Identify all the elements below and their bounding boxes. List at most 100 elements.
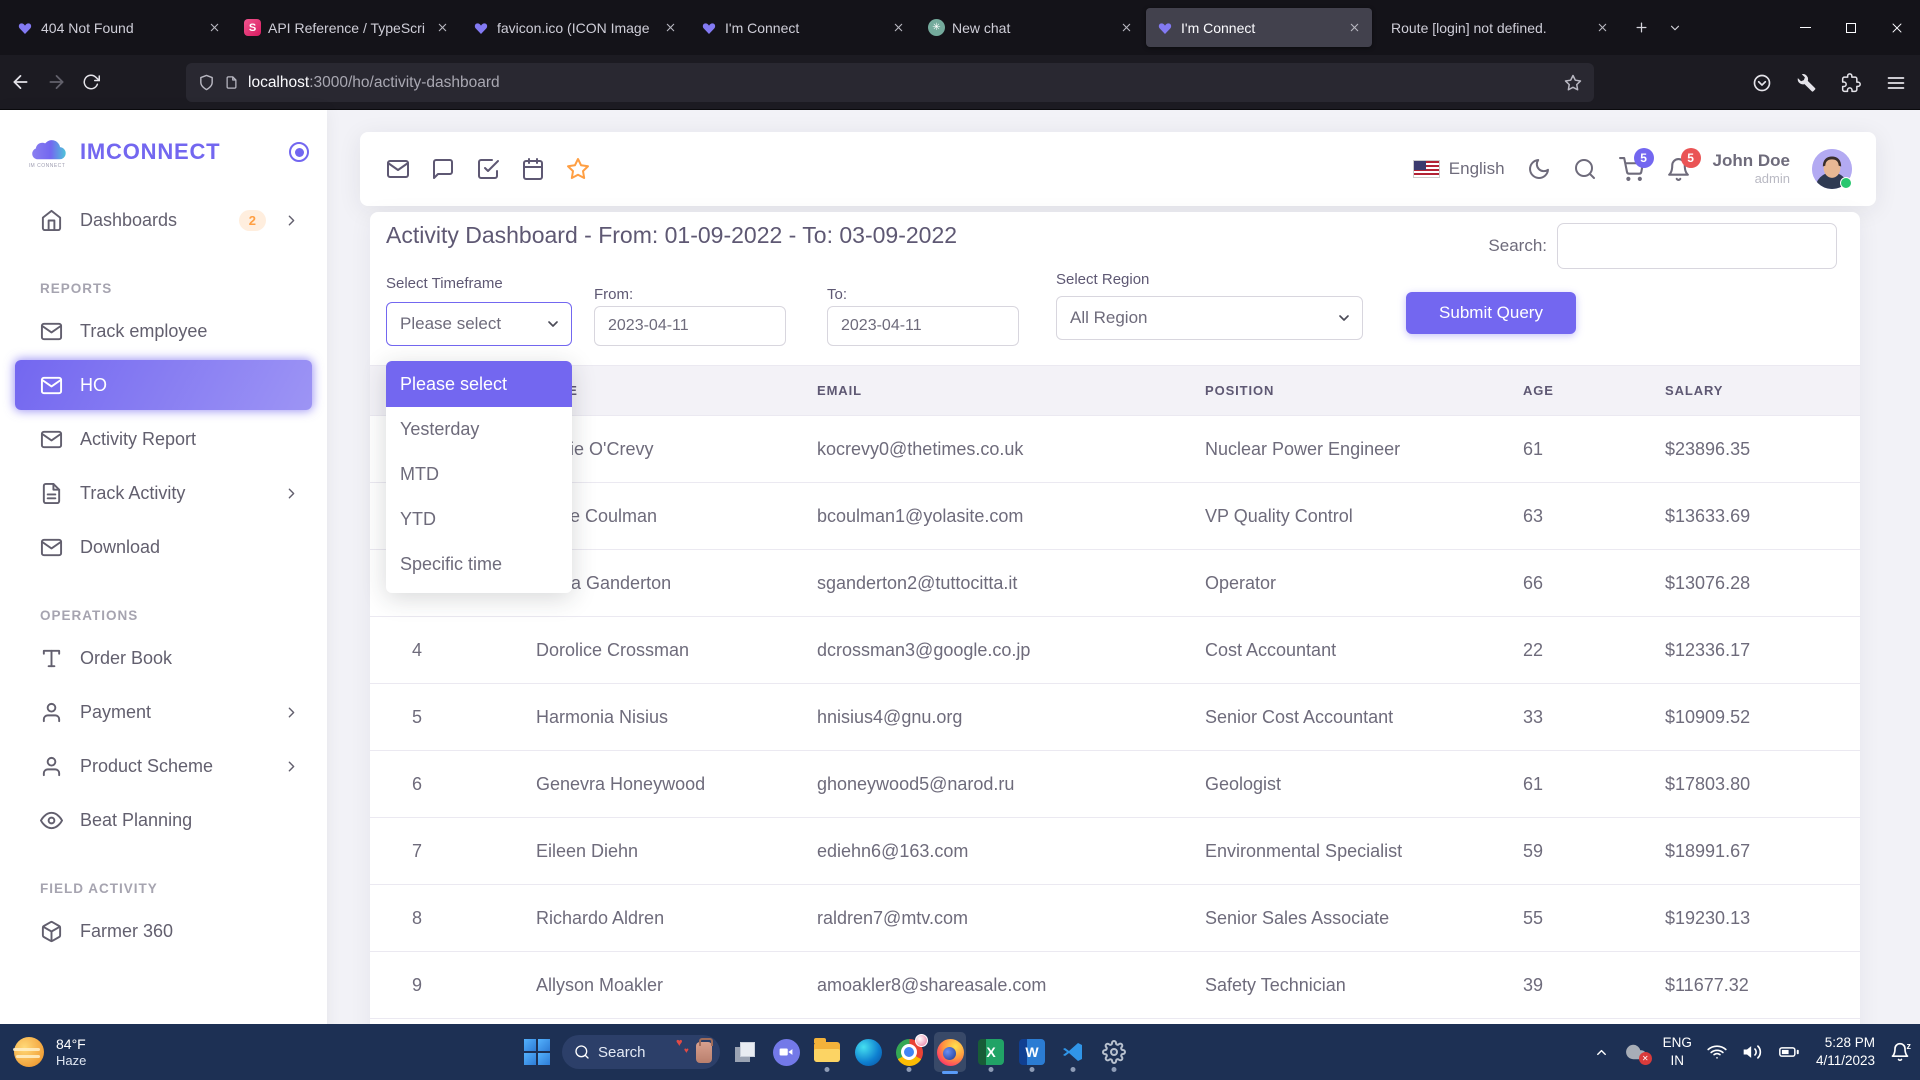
dropdown-option-yesterday[interactable]: Yesterday — [386, 407, 572, 452]
chat-icon[interactable] — [431, 157, 455, 181]
wrench-icon[interactable] — [1797, 73, 1816, 92]
volume-icon[interactable] — [1742, 1042, 1762, 1062]
tab-close-icon[interactable] — [1344, 18, 1364, 38]
error-badge: ✕ — [1639, 1052, 1652, 1065]
vscode-button[interactable] — [1057, 1029, 1089, 1075]
wifi-icon[interactable] — [1707, 1042, 1727, 1062]
word-button[interactable]: W — [1016, 1029, 1048, 1075]
tab-route-login[interactable]: Route [login] not defined. — [1374, 8, 1620, 47]
menu-hamburger-icon[interactable] — [1886, 73, 1906, 93]
sidebar-item-track-activity[interactable]: Track Activity — [15, 468, 312, 518]
excel-button[interactable]: X — [975, 1029, 1007, 1075]
tab-close-icon[interactable] — [432, 18, 452, 38]
back-button[interactable] — [10, 72, 31, 93]
check-square-icon[interactable] — [476, 157, 500, 181]
sidebar-item-beat-planning[interactable]: Beat Planning — [15, 795, 312, 845]
sidebar-pin-toggle[interactable] — [289, 142, 309, 162]
region-select[interactable]: All Region — [1056, 296, 1363, 340]
pocket-icon[interactable] — [1752, 73, 1772, 93]
window-minimize-button[interactable] — [1782, 0, 1828, 55]
extensions-puzzle-icon[interactable] — [1841, 73, 1861, 93]
timeframe-select[interactable]: Please select — [386, 302, 572, 346]
list-all-tabs-icon[interactable] — [1660, 13, 1690, 43]
url-bar[interactable]: localhost:3000/ho/activity-dashboard — [186, 63, 1594, 102]
sidebar-item-label: Beat Planning — [80, 810, 192, 831]
tab-404-not-found[interactable]: 404 Not Found — [6, 8, 232, 47]
col-header-name[interactable]: NAME — [536, 366, 817, 416]
notification-bell-icon[interactable]: z — [1890, 1042, 1910, 1062]
shield-icon[interactable] — [198, 74, 215, 91]
from-date-input[interactable] — [594, 306, 786, 346]
window-close-button[interactable] — [1874, 0, 1920, 55]
reload-button[interactable] — [82, 73, 100, 91]
bookmark-star-icon[interactable] — [1564, 74, 1582, 92]
tab-api-reference[interactable]: S API Reference / TypeScri — [234, 8, 460, 47]
dropdown-option-ytd[interactable]: YTD — [386, 497, 572, 542]
sidebar-item-track-employee[interactable]: Track employee — [15, 306, 312, 356]
col-header-salary[interactable]: SALARY — [1665, 366, 1860, 416]
search-label: Search: — [1488, 236, 1547, 256]
sidebar-item-label: Order Book — [80, 648, 172, 669]
dropdown-option-specific-time[interactable]: Specific time — [386, 542, 572, 587]
settings-button[interactable] — [1098, 1029, 1130, 1075]
sidebar-item-ho[interactable]: HO — [15, 360, 312, 410]
imconnect-logo-icon: IM CONNECT — [24, 135, 70, 169]
weather-widget[interactable]: 84°F Haze — [12, 1035, 86, 1069]
tab-close-icon[interactable] — [1592, 18, 1612, 38]
tab-close-icon[interactable] — [204, 18, 224, 38]
calendar-icon[interactable] — [521, 157, 545, 181]
avatar[interactable] — [1812, 149, 1852, 189]
col-header-position[interactable]: POSITION — [1205, 366, 1523, 416]
sidebar-item-label: Payment — [80, 702, 151, 723]
firefox-button-active[interactable] — [934, 1032, 966, 1072]
star-icon[interactable] — [566, 157, 590, 181]
page-info-icon[interactable] — [224, 75, 239, 90]
tab-close-icon[interactable] — [888, 18, 908, 38]
sidebar-item-dashboards[interactable]: Dashboards 2 — [15, 195, 312, 245]
window-maximize-button[interactable] — [1828, 0, 1874, 55]
tray-chevron-up-icon[interactable] — [1594, 1045, 1609, 1060]
sidebar-item-product-scheme[interactable]: Product Scheme — [15, 741, 312, 791]
tab-im-connect-active[interactable]: I'm Connect — [1146, 8, 1372, 47]
sidebar-item-farmer-360[interactable]: Farmer 360 — [15, 906, 312, 956]
new-tab-button[interactable] — [1626, 13, 1656, 43]
forward-button[interactable] — [46, 72, 67, 93]
sidebar-item-order-book[interactable]: Order Book — [15, 633, 312, 683]
chevron-right-icon — [283, 212, 300, 229]
dropdown-option-mtd[interactable]: MTD — [386, 452, 572, 497]
chrome-button[interactable] — [893, 1029, 925, 1075]
col-header-email[interactable]: EMAIL — [817, 366, 1205, 416]
start-button[interactable] — [521, 1029, 553, 1075]
language-selector[interactable]: English — [1413, 159, 1505, 179]
battery-icon[interactable] — [1777, 1042, 1801, 1062]
taskbar-search[interactable]: Search ♥♥ — [562, 1035, 720, 1069]
tab-close-icon[interactable] — [1116, 18, 1136, 38]
submit-query-button[interactable]: Submit Query — [1406, 292, 1576, 334]
tab-close-icon[interactable] — [660, 18, 680, 38]
tab-new-chat[interactable]: ✳ New chat — [918, 8, 1144, 47]
sidebar-item-activity-report[interactable]: Activity Report — [15, 414, 312, 464]
edge-button[interactable] — [852, 1029, 884, 1075]
clock[interactable]: 5:28 PM 4/11/2023 — [1816, 1034, 1875, 1070]
to-date-input[interactable] — [827, 306, 1019, 346]
notifications-button[interactable]: 5 — [1666, 157, 1691, 182]
col-header-age[interactable]: AGE — [1523, 366, 1665, 416]
dark-mode-moon-icon[interactable] — [1527, 157, 1551, 181]
cart-button[interactable]: 5 — [1619, 157, 1644, 182]
language-indicator[interactable]: ENG IN — [1663, 1034, 1692, 1069]
sidebar-item-download[interactable]: Download — [15, 522, 312, 572]
task-view-button[interactable] — [729, 1029, 761, 1075]
employee-table: # NAME EMAIL POSITION AGE SALARY 1Korrie… — [370, 365, 1860, 1019]
browser-toolbar: localhost:3000/ho/activity-dashboard — [0, 55, 1920, 110]
teams-chat-button[interactable] — [770, 1029, 802, 1075]
table-row: 5Harmonia Nisiushnisius4@gnu.orgSenior C… — [370, 684, 1860, 751]
search-icon[interactable] — [1573, 157, 1597, 181]
dropdown-option-please-select[interactable]: Please select — [386, 361, 572, 407]
onedrive-error-icon[interactable]: ✕ — [1624, 1043, 1648, 1061]
search-input[interactable] — [1557, 223, 1837, 269]
mail-icon[interactable] — [386, 157, 410, 181]
sidebar-item-payment[interactable]: Payment — [15, 687, 312, 737]
file-explorer-button[interactable] — [811, 1029, 843, 1075]
tab-favicon-ico[interactable]: favicon.ico (ICON Image — [462, 8, 688, 47]
tab-im-connect-1[interactable]: I'm Connect — [690, 8, 916, 47]
